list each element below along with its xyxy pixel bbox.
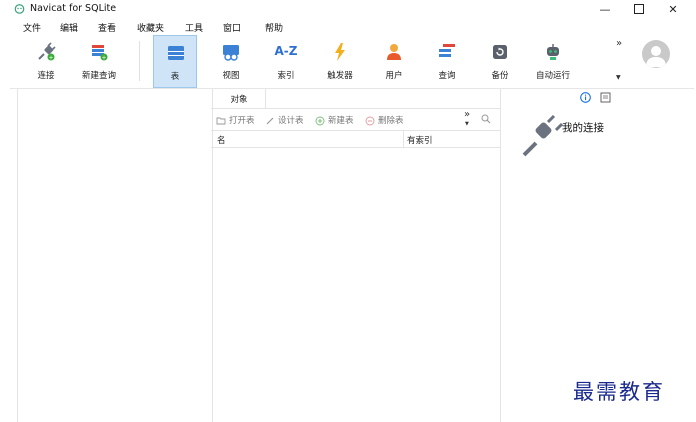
column-separator[interactable] [403, 131, 404, 147]
svg-text:+: + [48, 55, 53, 62]
object-toolbar: 打开表 设计表 新建表 删除表 » ▼ [211, 109, 500, 129]
toolbar-separator [139, 41, 140, 81]
object-pane: 对象 打开表 设计表 新建表 删除表 » ▼ 名 有索引 [211, 89, 501, 422]
maximize-button[interactable] [624, 0, 654, 18]
connection-tree-pane[interactable] [17, 89, 213, 422]
index-icon: A-Z [274, 44, 298, 58]
backup-label: 备份 [491, 71, 509, 81]
new-query-button[interactable]: + 新建查询 [77, 35, 121, 88]
app-window: Navicat for SQLite — ✕ 文件 编辑 查看 收藏夹 工具 窗… [10, 0, 694, 422]
ddl-icon[interactable] [600, 92, 611, 103]
menu-view[interactable]: 查看 [98, 21, 116, 34]
avatar[interactable] [642, 40, 670, 68]
new-query-label: 新建查询 [81, 71, 116, 81]
trigger-label: 触发器 [327, 71, 353, 81]
delete-table-button[interactable]: 删除表 [365, 114, 404, 126]
table-icon [168, 46, 184, 60]
automation-button[interactable]: 自动运行 [531, 35, 575, 88]
menu-window[interactable]: 窗口 [223, 21, 241, 34]
tab-objects-label: 对象 [230, 94, 248, 105]
open-table-button[interactable]: 打开表 [216, 114, 255, 126]
table-label: 表 [170, 72, 180, 82]
plug-icon [522, 115, 564, 157]
info-pane: 我的连接 [500, 89, 694, 422]
connect-label: 连接 [37, 71, 55, 81]
window-title: Navicat for SQLite [30, 3, 117, 14]
query-label: 查询 [438, 71, 456, 81]
backup-icon [493, 45, 507, 59]
trigger-button[interactable]: 触发器 [318, 35, 362, 88]
menu-file[interactable]: 文件 [23, 21, 41, 34]
search-icon[interactable] [481, 114, 491, 124]
pencil-icon [266, 117, 274, 124]
open-table-label: 打开表 [229, 116, 255, 126]
new-query-icon: + [92, 45, 108, 62]
object-grid-header: 名 有索引 [211, 130, 500, 148]
title-bar: Navicat for SQLite — ✕ [10, 0, 694, 18]
menu-bar: 文件 编辑 查看 收藏夹 工具 窗口 帮助 [10, 18, 694, 35]
watermark-text: 最需教育 [573, 380, 665, 404]
view-button[interactable]: 视图 [209, 35, 253, 88]
user-avatar-icon [646, 46, 666, 67]
toolbar-dropdown-icon[interactable]: ▼ [616, 74, 621, 81]
tab-bar: 对象 [211, 89, 500, 109]
menu-help[interactable]: 帮助 [265, 21, 283, 34]
minimize-icon: — [599, 2, 611, 16]
navicat-logo-icon [14, 4, 25, 14]
new-table-label: 新建表 [328, 116, 354, 126]
main-toolbar: + 连接 + 新建查询 表 视图 A-Z 索引 触发器 用户 查询 备份 自动运… [10, 35, 694, 89]
user-icon [387, 44, 401, 60]
my-connections-title: 我的连接 [562, 122, 604, 134]
robot-icon [547, 44, 559, 60]
info-icon[interactable] [580, 92, 591, 103]
menu-tools[interactable]: 工具 [185, 21, 203, 34]
backup-button[interactable]: 备份 [478, 35, 522, 88]
minimize-button[interactable]: — [590, 0, 620, 18]
column-name-header[interactable]: 名 [217, 134, 226, 146]
design-table-label: 设计表 [278, 116, 304, 126]
plug-connect-icon: + [38, 42, 56, 62]
table-button[interactable]: 表 [153, 35, 197, 88]
column-has-index-header[interactable]: 有索引 [407, 134, 433, 146]
add-circle-icon [315, 116, 325, 125]
menu-edit[interactable]: 编辑 [60, 21, 78, 34]
object-toolbar-overflow[interactable]: » [464, 109, 470, 120]
svg-text:+: + [101, 55, 106, 62]
view-label: 视图 [222, 71, 240, 81]
user-button[interactable]: 用户 [372, 35, 416, 88]
remove-circle-icon [365, 116, 375, 125]
query-icon [439, 44, 455, 57]
view-icon [223, 45, 239, 61]
close-button[interactable]: ✕ [658, 0, 688, 18]
delete-table-label: 删除表 [378, 116, 404, 126]
query-button[interactable]: 查询 [425, 35, 469, 88]
maximize-icon [634, 4, 644, 14]
lightning-icon [335, 43, 345, 61]
folder-icon [216, 117, 226, 125]
user-label: 用户 [385, 71, 403, 81]
automation-label: 自动运行 [535, 71, 570, 81]
object-toolbar-dropdown-icon[interactable]: ▼ [465, 121, 469, 127]
toolbar-overflow-button[interactable]: » [616, 38, 622, 49]
close-icon: ✕ [668, 2, 678, 16]
design-table-button[interactable]: 设计表 [265, 114, 304, 126]
index-label: 索引 [277, 71, 295, 81]
connect-button[interactable]: + 连接 [24, 35, 68, 88]
tab-objects[interactable]: 对象 [213, 89, 266, 108]
new-table-button[interactable]: 新建表 [315, 114, 354, 126]
index-button[interactable]: A-Z 索引 [264, 35, 308, 88]
menu-favorites[interactable]: 收藏夹 [137, 21, 164, 34]
